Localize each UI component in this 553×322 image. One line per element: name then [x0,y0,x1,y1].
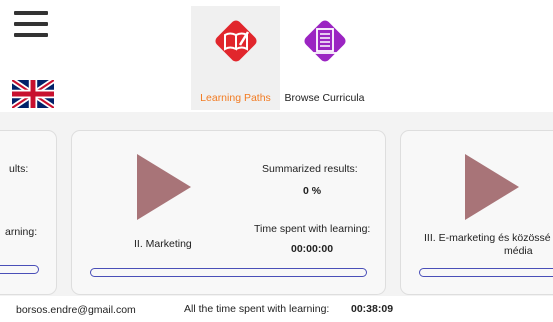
tab-learning-paths-label: Learning Paths [200,92,271,104]
learning-path-card-marketing[interactable]: II. Marketing Summarized results: 0 % Ti… [71,130,386,295]
progress-bar [0,265,39,274]
time-spent-label: arning: [5,226,38,238]
tab-browse-curricula[interactable]: Browse Curricula [280,6,369,110]
document-list-icon [303,20,346,62]
total-time-label: All the time spent with learning: [184,303,330,315]
top-navigation: Learning Paths Browse Curricula [191,6,369,110]
tab-learning-paths[interactable]: Learning Paths [191,6,280,110]
progress-bar [90,268,367,277]
footer: borsos.endre@gmail.com All the time spen… [0,296,553,322]
summarized-results-value: 0 % [303,185,322,197]
menu-icon[interactable] [14,11,48,39]
progress-bar [419,268,553,277]
learning-path-carousel[interactable]: ults: arning: II. Marketing Summarized r… [0,112,553,296]
time-spent-value: 00:00:00 [291,243,334,255]
play-icon[interactable] [465,154,519,220]
course-title-line-1: III. E-marketing és közössé [424,232,551,244]
book-pencil-icon [214,20,257,62]
learning-path-card-e-marketing[interactable]: III. E-marketing és közössé média [400,130,553,295]
tab-browse-curricula-label: Browse Curricula [284,92,365,104]
time-spent-label: Time spent with learning: [254,223,371,235]
user-email: borsos.endre@gmail.com [16,304,136,316]
course-title-line-2: média [504,245,533,257]
total-time-value: 00:38:09 [351,303,394,315]
uk-flag-icon[interactable] [12,80,54,108]
learning-path-card-partial-left[interactable]: ults: arning: [0,130,57,295]
course-title: II. Marketing [134,238,192,250]
play-icon[interactable] [137,154,191,220]
summarized-results-label: ults: [9,163,29,175]
summarized-results-label: Summarized results: [262,163,358,175]
